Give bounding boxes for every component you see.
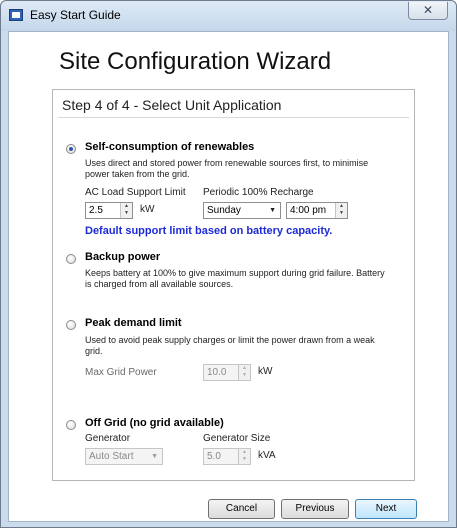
self-consumption-description: Uses direct and stored power from renewa… — [85, 158, 369, 179]
options-panel: Step 4 of 4 - Select Unit Application Se… — [52, 89, 415, 481]
chevron-down-icon: ▼ — [269, 207, 276, 214]
generator-label: Generator — [85, 433, 131, 444]
max-grid-power-stepper[interactable]: 10.0 ▲ ▼ — [203, 364, 251, 381]
generator-size-value: 5.0 — [207, 451, 221, 462]
recharge-time-stepper[interactable]: 4:00 pm ▲ ▼ — [286, 202, 348, 219]
self-consumption-radio[interactable] — [66, 144, 76, 154]
generator-size-unit: kVA — [258, 450, 276, 461]
backup-power-description: Keeps battery at 100% to give maximum su… — [85, 268, 385, 289]
load-limit-stepper[interactable]: 2.5 ▲ ▼ — [85, 202, 133, 219]
self-consumption-label[interactable]: Self-consumption of renewables — [85, 141, 254, 153]
recharge-day-select[interactable]: Sunday ▼ — [203, 202, 281, 219]
spin-down-icon[interactable]: ▼ — [121, 210, 132, 217]
load-limit-unit: kW — [140, 204, 155, 215]
recharge-label: Periodic 100% Recharge — [203, 187, 314, 198]
wizard-content: Site Configuration Wizard Step 4 of 4 - … — [8, 31, 449, 522]
off-grid-label[interactable]: Off Grid (no grid available) — [85, 417, 224, 429]
next-button[interactable]: Next — [355, 499, 417, 519]
spin-down-icon[interactable]: ▼ — [239, 372, 250, 379]
wizard-window: Easy Start Guide ✕ Site Configuration Wi… — [0, 0, 457, 528]
backup-power-radio[interactable] — [66, 254, 76, 264]
generator-select[interactable]: Auto Start ▼ — [85, 448, 163, 465]
page-title: Site Configuration Wizard — [59, 48, 332, 75]
close-button[interactable]: ✕ — [408, 2, 448, 20]
recharge-time-value: 4:00 pm — [290, 205, 327, 216]
generator-value: Auto Start — [89, 451, 134, 462]
peak-demand-description: Used to avoid peak supply charges or lim… — [85, 335, 375, 356]
load-limit-spin-buttons[interactable]: ▲ ▼ — [120, 203, 132, 218]
spin-up-icon[interactable]: ▲ — [336, 203, 347, 210]
previous-button[interactable]: Previous — [281, 499, 349, 519]
peak-demand-label[interactable]: Peak demand limit — [85, 317, 182, 329]
spin-down-icon[interactable]: ▼ — [336, 210, 347, 217]
backup-power-label[interactable]: Backup power — [85, 251, 160, 263]
app-window-icon — [9, 9, 23, 21]
max-grid-spin-buttons[interactable]: ▲ ▼ — [238, 365, 250, 380]
max-grid-power-unit: kW — [258, 366, 273, 377]
divider — [58, 117, 409, 118]
spin-up-icon[interactable]: ▲ — [239, 365, 250, 372]
cancel-button[interactable]: Cancel — [208, 499, 275, 519]
window-title: Easy Start Guide — [30, 8, 121, 22]
spin-down-icon[interactable]: ▼ — [239, 456, 250, 463]
peak-demand-radio[interactable] — [66, 320, 76, 330]
generator-size-label: Generator Size — [203, 433, 271, 444]
recharge-time-spin-buttons[interactable]: ▲ ▼ — [335, 203, 347, 218]
generator-size-stepper[interactable]: 5.0 ▲ ▼ — [203, 448, 251, 465]
spin-up-icon[interactable]: ▲ — [121, 203, 132, 210]
max-grid-power-label: Max Grid Power — [85, 367, 157, 378]
title-bar: Easy Start Guide ✕ — [1, 1, 456, 31]
load-limit-label: AC Load Support Limit — [85, 187, 186, 198]
recharge-day-value: Sunday — [207, 205, 241, 216]
battery-capacity-note: Default support limit based on battery c… — [85, 225, 333, 237]
step-label: Step 4 of 4 - Select Unit Application — [62, 97, 282, 113]
max-grid-power-value: 10.0 — [207, 367, 227, 378]
chevron-down-icon: ▼ — [151, 453, 158, 460]
generator-size-spin-buttons[interactable]: ▲ ▼ — [238, 449, 250, 464]
load-limit-value: 2.5 — [89, 205, 103, 216]
off-grid-radio[interactable] — [66, 420, 76, 430]
spin-up-icon[interactable]: ▲ — [239, 449, 250, 456]
